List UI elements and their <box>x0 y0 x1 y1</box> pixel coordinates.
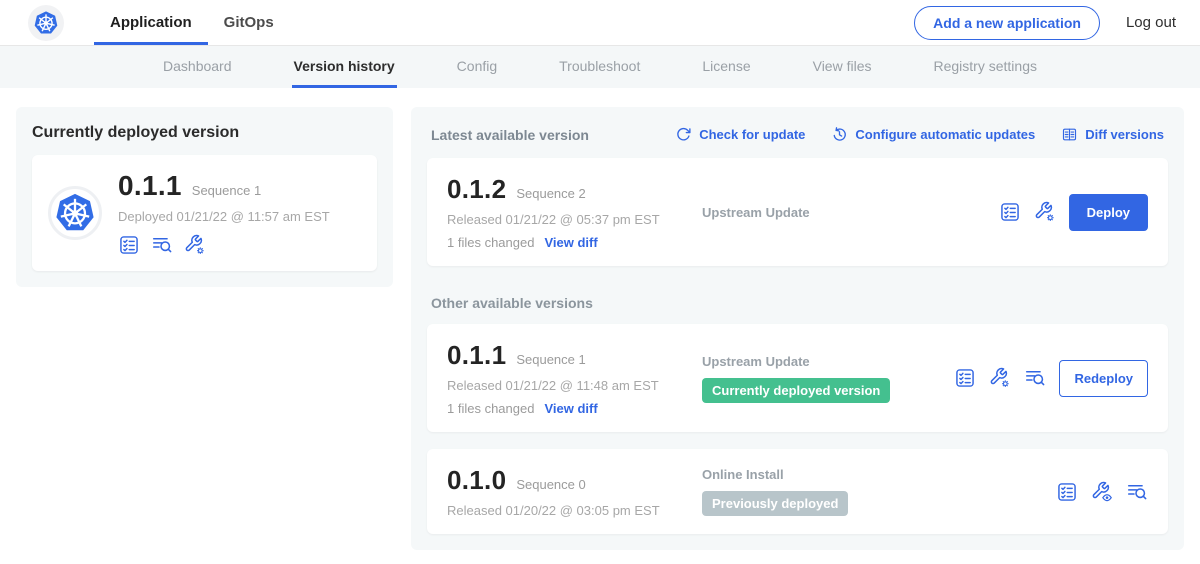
tab-application[interactable]: Application <box>94 0 208 45</box>
diff-versions-link[interactable]: Diff versions <box>1061 126 1164 143</box>
version-card-0-1-1: 0.1.1 Sequence 1 Released 01/21/22 @ 11:… <box>427 324 1168 432</box>
main-content: Currently deployed version 0.1.1 Sequenc… <box>0 88 1200 550</box>
view-diff-link[interactable]: View diff <box>544 235 597 250</box>
config-edit-icon[interactable] <box>1034 201 1056 223</box>
latest-available-title: Latest available version <box>431 127 589 143</box>
checklist-icon[interactable] <box>118 234 140 256</box>
config-view-icon[interactable] <box>1091 481 1113 503</box>
top-navbar: Application GitOps Add a new application… <box>0 0 1200 46</box>
refresh-icon <box>675 126 692 143</box>
tab-registry-settings[interactable]: Registry settings <box>932 46 1039 88</box>
available-versions-panel: Latest available version Check for updat… <box>411 107 1184 550</box>
diff-icon <box>1061 126 1078 143</box>
previously-deployed-badge: Previously deployed <box>702 491 848 516</box>
currently-deployed-badge: Currently deployed version <box>702 378 890 403</box>
files-changed-label: 1 files changed <box>447 235 534 250</box>
checklist-icon[interactable] <box>999 201 1021 223</box>
checklist-icon[interactable] <box>954 367 976 389</box>
section-tabs: Dashboard Version history Config Trouble… <box>0 46 1200 88</box>
diff-versions-label: Diff versions <box>1085 127 1164 142</box>
tab-view-files[interactable]: View files <box>811 46 874 88</box>
version-number: 0.1.2 <box>447 174 506 205</box>
sequence-label: Sequence 1 <box>516 352 585 367</box>
config-edit-icon[interactable] <box>184 234 206 256</box>
tab-troubleshoot[interactable]: Troubleshoot <box>557 46 642 88</box>
currently-deployed-panel: Currently deployed version 0.1.1 Sequenc… <box>16 107 393 287</box>
released-timestamp: Released 01/21/22 @ 05:37 pm EST <box>447 212 702 227</box>
tab-license[interactable]: License <box>700 46 752 88</box>
deployed-version-number: 0.1.1 <box>118 170 182 202</box>
version-card-0-1-2: 0.1.2 Sequence 2 Released 01/21/22 @ 05:… <box>427 158 1168 266</box>
files-changed-label: 1 files changed <box>447 401 534 416</box>
released-timestamp: Released 01/20/22 @ 03:05 pm EST <box>447 503 702 518</box>
sequence-label: Sequence 0 <box>516 477 585 492</box>
deployed-sequence-label: Sequence 1 <box>192 183 261 198</box>
released-timestamp: Released 01/21/22 @ 11:48 am EST <box>447 378 702 393</box>
configure-automatic-updates-link[interactable]: Configure automatic updates <box>831 126 1035 143</box>
version-source-label: Upstream Update <box>702 205 999 220</box>
deploy-button[interactable]: Deploy <box>1069 194 1148 231</box>
version-number: 0.1.1 <box>447 340 506 371</box>
app-kubernetes-icon <box>48 186 102 240</box>
tab-dashboard[interactable]: Dashboard <box>161 46 234 88</box>
check-for-update-label: Check for update <box>699 127 805 142</box>
tab-config[interactable]: Config <box>455 46 499 88</box>
config-edit-icon[interactable] <box>989 367 1011 389</box>
configure-automatic-updates-label: Configure automatic updates <box>855 127 1035 142</box>
kubernetes-logo-icon <box>28 5 64 41</box>
tab-gitops[interactable]: GitOps <box>208 0 290 45</box>
version-number: 0.1.0 <box>447 465 506 496</box>
redeploy-button[interactable]: Redeploy <box>1059 360 1148 397</box>
currently-deployed-title: Currently deployed version <box>32 124 377 142</box>
other-available-versions-title: Other available versions <box>431 295 1164 311</box>
sequence-label: Sequence 2 <box>516 186 585 201</box>
preflight-icon[interactable] <box>1126 481 1148 503</box>
logout-button[interactable]: Log out <box>1126 14 1176 31</box>
add-new-application-button[interactable]: Add a new application <box>914 6 1100 40</box>
check-for-update-link[interactable]: Check for update <box>675 126 805 143</box>
preflight-icon[interactable] <box>1024 367 1046 389</box>
version-source-label: Upstream Update <box>702 354 954 369</box>
checklist-icon[interactable] <box>1056 481 1078 503</box>
schedule-icon <box>831 126 848 143</box>
app-tabs: Application GitOps <box>94 0 290 45</box>
tab-version-history[interactable]: Version history <box>292 46 397 88</box>
deployed-timestamp: Deployed 01/21/22 @ 11:57 am EST <box>118 209 330 224</box>
deployed-version-card: 0.1.1 Sequence 1 Deployed 01/21/22 @ 11:… <box>32 155 377 271</box>
version-card-0-1-0: 0.1.0 Sequence 0 Released 01/20/22 @ 03:… <box>427 449 1168 534</box>
preflight-icon[interactable] <box>151 234 173 256</box>
version-source-label: Online Install <box>702 467 1056 482</box>
view-diff-link[interactable]: View diff <box>544 401 597 416</box>
